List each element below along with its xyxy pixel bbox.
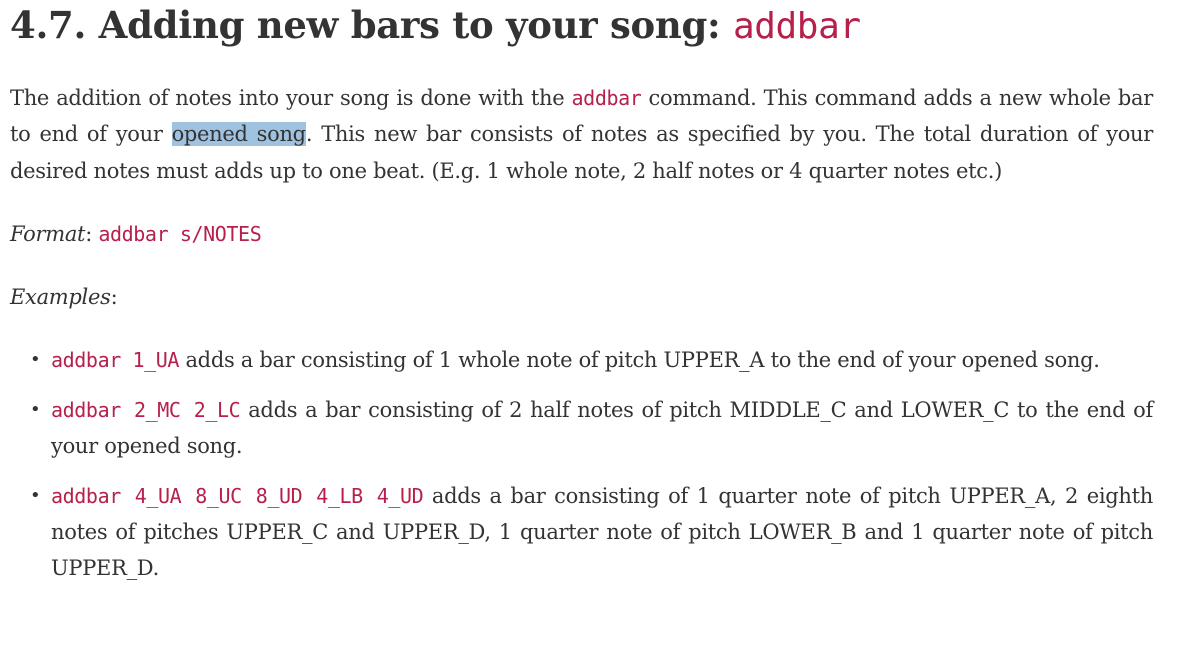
examples-list: • addbar 1_UA adds a bar consisting of 1… [10,342,1153,586]
section-title-text: Adding new bars to your song: [98,3,721,47]
section-number: 4.7. [10,3,87,47]
list-item: • addbar 4_UA 8_UC 8_UD 4_LB 4_UD adds a… [10,478,1153,586]
list-item: • addbar 2_MC 2_LC adds a bar consisting… [10,392,1153,464]
example-description: adds a bar consisting of 1 whole note of… [185,347,1100,372]
selected-text-highlight[interactable]: opened song [171,122,306,147]
documentation-page: 4.7. Adding new bars to your song: addba… [0,0,1189,672]
format-label: Format [10,221,86,246]
bullet-icon: • [30,484,41,506]
format-line: Format: addbar s/NOTES [10,216,1153,252]
section-title-command: addbar [732,6,861,47]
examples-label: Examples [10,284,111,309]
bullet-icon: • [30,398,41,420]
format-code: addbar s/NOTES [98,221,262,246]
bullet-icon: • [30,348,41,370]
example-code: addbar 2_MC 2_LC [51,397,241,422]
list-item: • addbar 1_UA adds a bar consisting of 1… [10,342,1153,378]
intro-text-1: The addition of notes into your song is … [10,86,565,110]
intro-command-code: addbar [571,86,642,110]
section-heading: 4.7. Adding new bars to your song: addba… [10,0,1153,50]
example-code: addbar 1_UA [51,347,180,372]
example-code: addbar 4_UA 8_UC 8_UD 4_LB 4_UD [51,483,424,508]
format-colon: : [85,221,92,246]
intro-paragraph: The addition of notes into your song is … [10,80,1153,189]
examples-colon: : [110,284,118,309]
examples-heading: Examples: [10,279,1153,315]
